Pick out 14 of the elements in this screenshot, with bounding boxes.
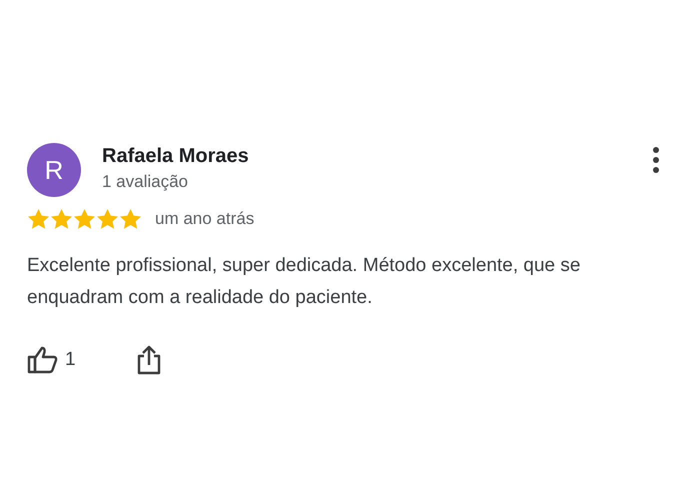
review-time: um ano atrás xyxy=(155,209,254,229)
star-icon xyxy=(27,208,50,230)
star-icon xyxy=(73,208,96,230)
review-count: 1 avaliação xyxy=(102,172,190,192)
like-button[interactable]: 1 xyxy=(27,346,76,374)
avatar-letter: R xyxy=(44,154,64,186)
more-options-icon[interactable] xyxy=(652,146,660,174)
reviewer-name[interactable]: Rafaela Moraes xyxy=(102,144,652,168)
thumbs-up-icon xyxy=(27,346,59,374)
star-icon xyxy=(96,208,119,230)
star-icon xyxy=(119,208,142,230)
share-icon[interactable] xyxy=(136,344,162,376)
star-icon xyxy=(50,208,73,230)
review-text: Excelente profissional, super dedicada. Método excelente, que se enquadram com a realidade do paciente. xyxy=(27,254,582,310)
